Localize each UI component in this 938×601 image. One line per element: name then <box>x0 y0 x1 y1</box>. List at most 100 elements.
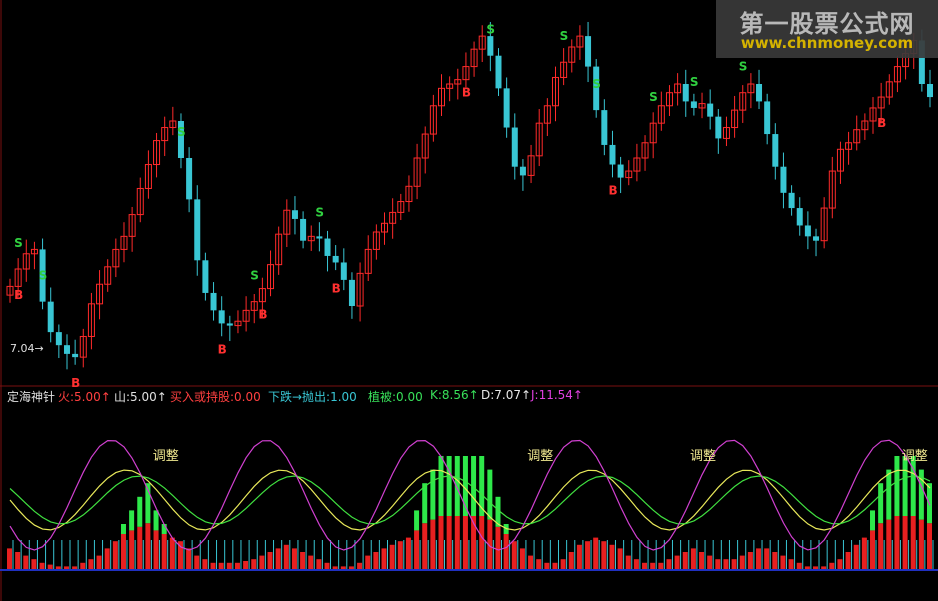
volume-bar <box>870 530 876 570</box>
indicator-d: D:7.07↑ <box>481 388 532 402</box>
volume-bar <box>7 548 12 570</box>
sell-signal: S <box>560 29 569 43</box>
volume-bar <box>853 544 859 570</box>
candle-body <box>780 166 787 193</box>
volume-bar <box>601 541 607 570</box>
volume-bar-green <box>422 483 428 524</box>
low-price-label: 7.04→ <box>10 342 44 355</box>
chart-canvas: BBBBBBBBSSSSSS SSSSS7.04→调整 调整 调整 调整 <box>0 0 938 601</box>
volume-bar <box>15 552 21 570</box>
volume-bar-green <box>870 510 876 531</box>
volume-bar <box>430 519 436 570</box>
volume-bar <box>519 548 525 570</box>
candle-body <box>316 236 323 239</box>
volume-bar <box>422 523 428 570</box>
candle-body <box>186 158 193 200</box>
candle-body <box>756 84 763 102</box>
volume-bar <box>153 530 159 570</box>
volume-bar <box>731 559 737 570</box>
candle-body <box>495 55 502 89</box>
volume-bar <box>243 561 249 570</box>
volume-bar <box>837 559 843 570</box>
buy-signal: B <box>608 184 617 198</box>
volume-bar <box>642 562 648 570</box>
candle-body <box>63 345 70 354</box>
volume-bar <box>780 555 786 570</box>
volume-bar <box>625 555 631 570</box>
volume-bar <box>772 552 778 570</box>
buy-signal: B <box>877 116 886 130</box>
volume-bar <box>593 537 599 570</box>
volume-bar <box>275 548 281 570</box>
volume-bar <box>715 559 721 570</box>
volume-bar-green <box>902 456 908 516</box>
candle-body <box>226 323 233 326</box>
adjust-label: 调整 <box>153 449 179 464</box>
candle-body <box>927 84 933 98</box>
volume-bar <box>446 516 452 570</box>
volume-bar-green <box>878 483 884 524</box>
volume-bar <box>137 526 143 570</box>
volume-bar-green <box>137 496 143 527</box>
candle-body <box>324 238 331 256</box>
sell-signal: S <box>39 269 48 283</box>
volume-bar <box>39 562 45 570</box>
volume-bar <box>96 555 102 570</box>
candle-body <box>487 36 494 56</box>
volume-bar <box>316 559 322 570</box>
candle-body <box>194 199 201 261</box>
watermark-url: www.chnmoney.com <box>740 34 914 52</box>
buy-signal: B <box>332 281 341 295</box>
sell-signal: S <box>250 269 259 283</box>
volume-bar-green <box>894 456 900 516</box>
volume-bar <box>927 523 932 570</box>
volume-bar <box>186 548 192 570</box>
volume-bar <box>739 555 745 570</box>
volume-bar <box>169 537 175 570</box>
volume-bar <box>658 562 664 570</box>
sell-signal: S <box>177 125 186 139</box>
volume-bar <box>373 552 379 570</box>
volume-bar <box>617 548 623 570</box>
volume-bar <box>536 559 542 570</box>
candle-body <box>210 292 217 311</box>
volume-bar <box>267 552 273 570</box>
candle-body <box>804 225 811 237</box>
volume-bar <box>88 559 94 570</box>
volume-bar <box>251 559 257 570</box>
volume-bar <box>308 555 314 570</box>
volume-bar <box>796 562 802 570</box>
volume-bar <box>699 552 705 570</box>
volume-bar <box>104 548 110 570</box>
candle-body <box>764 101 771 135</box>
volume-bar <box>389 544 395 570</box>
indicator-j: J:11.54↑ <box>531 388 583 402</box>
indicator-name: 定海神针 <box>7 390 56 404</box>
volume-bar <box>902 516 908 570</box>
volume-bar-green <box>414 510 420 531</box>
volume-bar <box>495 526 501 570</box>
volume-bar <box>454 516 460 570</box>
sell-signal: S <box>690 75 699 89</box>
candle-body <box>796 208 803 226</box>
buy-signal: B <box>258 308 267 322</box>
volume-bar <box>910 516 916 570</box>
sell-signal: S <box>315 206 324 220</box>
volume-bar <box>528 555 534 570</box>
candle-body <box>202 260 209 293</box>
volume-bar <box>560 559 566 570</box>
sell-signal: S <box>14 236 23 250</box>
candle-body <box>519 166 526 176</box>
volume-bar <box>650 562 656 570</box>
volume-bar <box>357 562 363 570</box>
adjust-label: 调整 <box>527 449 553 464</box>
volume-bar <box>80 562 86 570</box>
candle-body <box>291 210 298 219</box>
candle-body <box>47 301 54 333</box>
volume-bar <box>918 519 924 570</box>
adjust-label: 调整 <box>902 449 928 464</box>
candle-body <box>585 36 592 67</box>
volume-bar <box>381 548 387 570</box>
adjust-label: 调整 <box>690 449 716 464</box>
candle-body <box>609 144 616 165</box>
